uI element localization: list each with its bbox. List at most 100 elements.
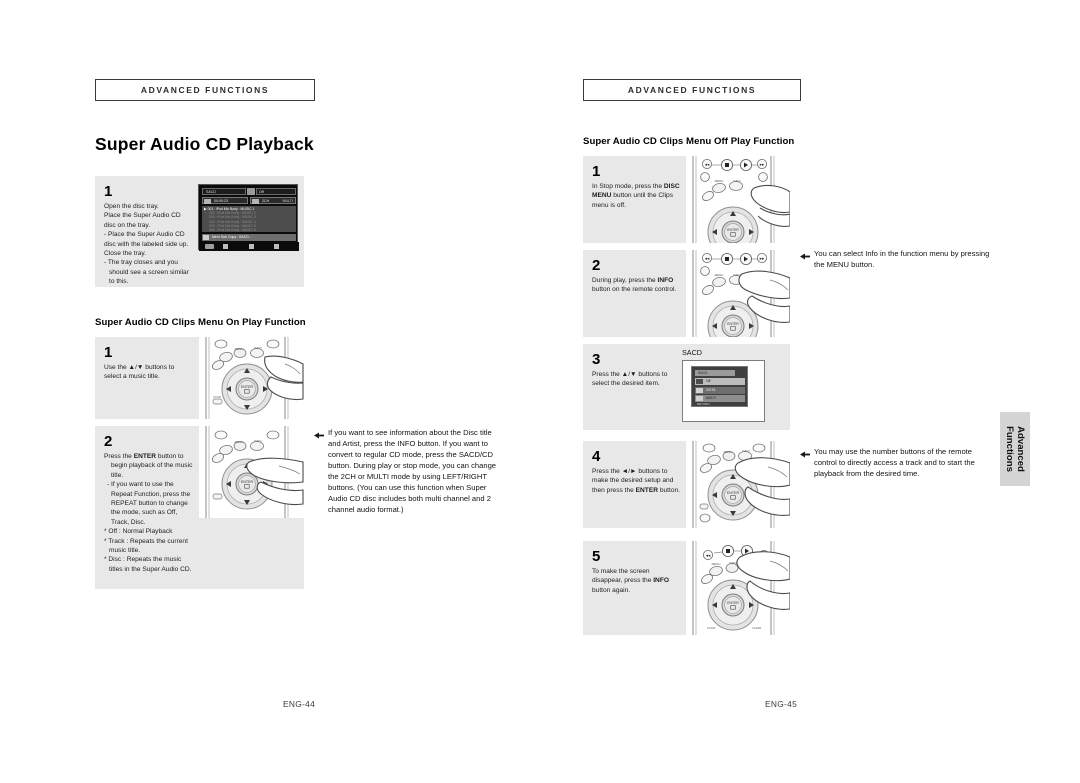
remote-illustration-4: ◀◀ ▶▶ MENU INFO ENTER	[686, 250, 790, 337]
l2-line-2: * Off : Normal Playback	[104, 528, 173, 536]
sacd-caption: SACD	[682, 348, 702, 357]
side-tab-line1: Advanced	[1015, 426, 1027, 472]
left-step1-number: 1	[104, 183, 113, 200]
right-step3-text: Press the ▲/▼ buttons to select the desi…	[592, 371, 668, 388]
remote-svg-6: ◀◀ MENU INFO ENTER ZOOM CLEAR	[686, 541, 790, 635]
osd-btn-exit: EXIT	[274, 244, 293, 262]
right-step3-text-column: 3 Press the ▲/▼ buttons to select the de…	[583, 344, 687, 395]
osd-btn-setup: SETUP	[249, 244, 271, 262]
left-note: If you want to see information about the…	[314, 427, 504, 515]
l1-line-7: should see a screen similar	[109, 268, 189, 276]
osd-sacd-row-0: Off	[695, 378, 745, 385]
sacd-screen-box: SACD Off 2CH/1 MULTI RETURN	[682, 360, 765, 422]
right-step1-text-column: 1 In Stop mode, press the DISC MENU butt…	[583, 156, 687, 216]
l1-line-4: disc with the labeled side up.	[104, 240, 189, 248]
osd-tag-sacd: SACD	[202, 188, 246, 195]
osd-time-icon	[204, 199, 211, 204]
side-tab-advanced-functions: Advanced Functions	[1000, 412, 1030, 486]
right-step2-text: During play, press the INFO button on th…	[592, 277, 677, 294]
svg-text:◀◀: ◀◀	[705, 256, 710, 260]
osd-sacd-footer-label: RETURN	[697, 402, 710, 406]
svg-text:MENU: MENU	[235, 440, 244, 444]
right-note-4: You may use the number buttons of the re…	[800, 446, 990, 479]
svg-text:MENU: MENU	[715, 179, 724, 183]
osd-btn-exit-label: EXIT	[284, 254, 293, 258]
osd-tag-sacd-label: SACD	[206, 190, 216, 194]
left-on-step1-text: Use the ▲/▼ buttons to select a music ti…	[104, 364, 175, 381]
remote-illustration-5: MENU INFO ENTER	[686, 441, 790, 528]
left-note-text: If you want to see information about the…	[328, 428, 497, 514]
manual-page-spread: Advanced Functions Super Audio CD Playba…	[0, 0, 1080, 783]
right-step4-text-column: 4 Press the ◄/► buttons to make the desi…	[583, 441, 687, 501]
right-step1-text: In Stop mode, press the DISC MENU button…	[592, 183, 680, 209]
osd-mode-icon	[247, 188, 255, 195]
l1-line-3: - Place the Super Audio CD	[104, 231, 185, 239]
right-step2-text-column: 2 During play, press the INFO button on …	[583, 250, 687, 301]
right-step3-panel: 3 Press the ▲/▼ buttons to select the de…	[583, 344, 790, 430]
svg-text:MENU: MENU	[724, 450, 733, 454]
osd-channel-box: 2CH MULTI	[250, 197, 296, 204]
right-step1-panel: 1 In Stop mode, press the DISC MENU butt…	[583, 156, 790, 243]
remote-illustration-1: MENU INFO ENTER ZOOM	[199, 337, 304, 419]
left-on-step1-panel: 1 Use the ▲/▼ buttons to select a music …	[95, 337, 304, 419]
osd-sacd-title-bar: SACD	[695, 370, 735, 376]
svg-text:▶▶: ▶▶	[760, 256, 765, 260]
left-on-step2-text: Press the ENTER button to begin playback…	[104, 452, 193, 574]
remote-svg-3: ◀◀ ▶▶ MENU INFO ENTER	[686, 156, 790, 243]
osd-footer-title-label: Mem Sub Copy : SACD -	[212, 235, 251, 240]
osd-sacd-row-2: MULTI	[695, 395, 745, 402]
arrow-bullet-icon-3	[800, 450, 810, 480]
svg-text:ENTER: ENTER	[727, 601, 739, 605]
osd-mode-label: Off	[259, 190, 264, 194]
left-folio: ENG-44	[283, 699, 316, 709]
arrow-bullet-icon-2	[800, 252, 810, 271]
remote-svg-4: ◀◀ ▶▶ MENU INFO ENTER	[686, 250, 790, 337]
osd-btn-enter: ENTER	[223, 244, 245, 262]
svg-text:INFO: INFO	[729, 561, 737, 565]
remote-svg-2: MENU INFO ENTER	[199, 426, 304, 518]
right-step5-text: To make the screen disappear, press the …	[592, 568, 669, 594]
right-step5-panel: 5 To make the screen disappear, press th…	[583, 541, 790, 635]
right-step4-text: Press the ◄/► buttons to make the desire…	[592, 468, 680, 494]
remote-illustration-3: ◀◀ ▶▶ MENU INFO ENTER	[686, 156, 790, 243]
osd-channel-icon	[252, 199, 259, 204]
osd-btn-enter-label: ENTER	[233, 254, 246, 258]
osd-sacd-menu: SACD Off 2CH/1 MULTI RETURN	[691, 366, 748, 407]
right-step2-panel: 2 During play, press the INFO button on …	[583, 250, 790, 337]
left-step1-text: Open the disc tray. Place the Super Audi…	[104, 202, 193, 287]
right-sub-heading: Super Audio CD Clips Menu Off Play Funct…	[583, 136, 795, 147]
l2-line-1: - If you want to use the Repeat Function…	[107, 481, 191, 526]
left-on-step1-text-column: 1 Use the ▲/▼ buttons to select a music …	[95, 337, 199, 388]
right-step4-panel: 4 Press the ◄/► buttons to make the desi…	[583, 441, 790, 528]
right-step5-number: 5	[592, 548, 601, 565]
remote-illustration-2: MENU INFO ENTER	[199, 426, 304, 518]
right-step1-number: 1	[592, 163, 601, 180]
l1-line-1: Place the Super Audio CD	[104, 212, 181, 220]
svg-text:◀◀: ◀◀	[705, 162, 710, 166]
svg-text:MENU: MENU	[712, 562, 721, 566]
svg-text:INFO: INFO	[254, 439, 262, 443]
osd-mode-box: Off	[256, 188, 296, 195]
right-folio: ENG-45	[765, 699, 798, 709]
l1-line-2: disc on the tray.	[104, 221, 151, 229]
svg-text:ENTER: ENTER	[241, 385, 254, 389]
arrow-bullet-icon	[314, 431, 324, 516]
l1-line-5: Close the tray.	[104, 250, 147, 258]
right-step3-number: 3	[592, 351, 601, 368]
svg-text:CLEAR: CLEAR	[752, 626, 761, 630]
osd-track-5: 006 : iPod Mix Body : MUSIC 6	[209, 228, 256, 232]
osd-sacd-row-1: 2CH/1	[695, 386, 745, 394]
svg-text:ZOOM: ZOOM	[707, 626, 716, 630]
svg-text:ZOOM: ZOOM	[213, 395, 221, 399]
svg-text:ENTER: ENTER	[727, 322, 739, 326]
left-section-header: Advanced Functions	[95, 79, 315, 101]
svg-text:ENTER: ENTER	[727, 228, 739, 232]
l1-line-0: Open the disc tray.	[104, 203, 159, 210]
right-note-2: You can select Info in the function menu…	[800, 248, 990, 270]
left-on-step2-number: 2	[104, 433, 113, 450]
side-tab-line2: Functions	[1004, 426, 1016, 472]
right-step5-text-column: 5 To make the screen disappear, press th…	[583, 541, 687, 601]
right-section-header: Advanced Functions	[583, 79, 801, 101]
left-on-step1-number: 1	[104, 344, 113, 361]
l2-line-0: Press the ENTER button to begin playback…	[104, 453, 193, 479]
